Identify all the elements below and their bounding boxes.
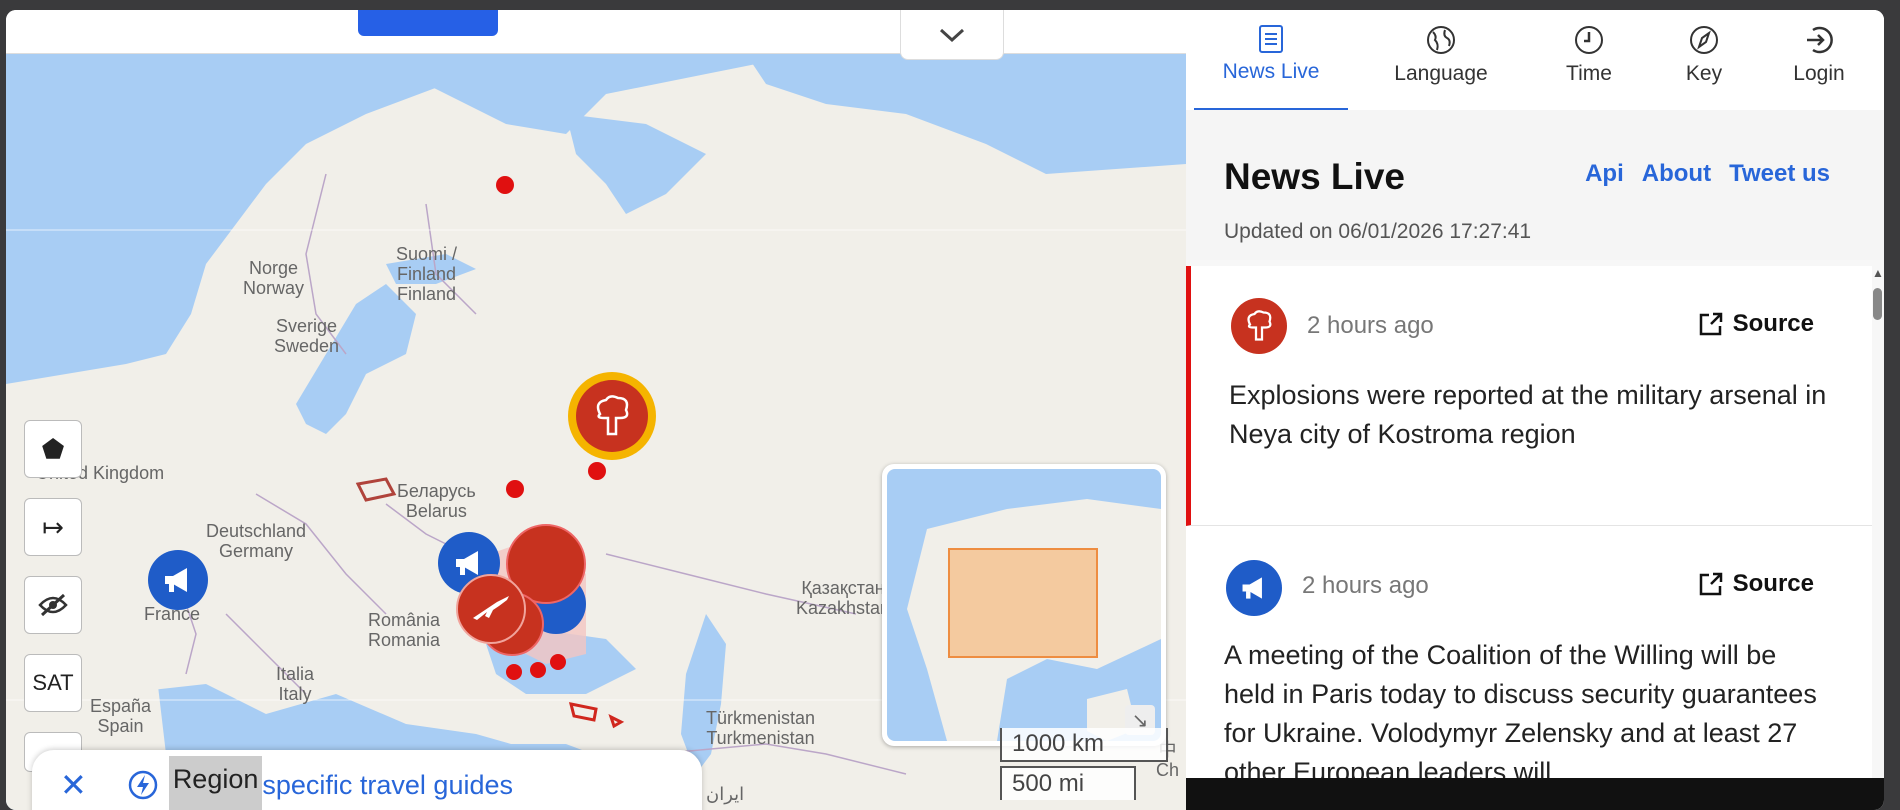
api-link[interactable]: Api xyxy=(1585,160,1624,188)
compass-icon xyxy=(1690,26,1718,54)
feed-scrollbar[interactable]: ▲ xyxy=(1870,266,1884,810)
source-link[interactable]: Source xyxy=(1697,310,1814,338)
close-icon[interactable]: ✕ xyxy=(60,766,87,804)
map-view[interactable]: Norge Norway Suomi / Finland Finland Sverig… xyxy=(6,54,1186,810)
news-panel: News Live Language Time Key Login News L… xyxy=(1186,10,1884,810)
place-label-kazakhstan: Қазақстан Kazakhstan xyxy=(796,578,891,618)
place-label-turkmenistan: Türkmenistan Turkmenistan xyxy=(706,708,816,748)
eye-off-icon xyxy=(38,593,68,617)
travel-guides-banner[interactable]: ✕ Region specific travel guides xyxy=(32,750,702,810)
measure-button[interactable]: ↦ xyxy=(24,498,82,556)
place-label-belarus: Беларусь Belarus xyxy=(397,481,476,521)
clock-icon xyxy=(1575,26,1603,54)
banner-highlight: Region xyxy=(168,755,263,810)
top-primary-button[interactable] xyxy=(358,10,498,36)
bottom-bar xyxy=(1186,778,1884,810)
attack-marker[interactable] xyxy=(456,574,526,644)
tab-login[interactable]: Login xyxy=(1764,10,1874,110)
event-dot[interactable] xyxy=(506,480,524,498)
event-dot[interactable] xyxy=(588,462,606,480)
news-item[interactable]: 2 hours ago Source Explosions were repor… xyxy=(1186,266,1872,526)
event-dot[interactable] xyxy=(550,654,566,670)
draw-polygon-button[interactable]: ⬟ xyxy=(24,420,82,478)
news-text: Explosions were reported at the military… xyxy=(1229,380,1827,449)
satellite-toggle-button[interactable]: SAT xyxy=(24,654,82,712)
sat-label: SAT xyxy=(32,670,74,695)
panel-tabs: News Live Language Time Key Login xyxy=(1186,10,1884,111)
external-link-icon xyxy=(1699,572,1722,596)
news-icon xyxy=(1259,25,1283,53)
minimap-basemap xyxy=(907,499,1161,741)
lightning-icon xyxy=(128,770,158,800)
explosion-icon xyxy=(596,395,629,436)
megaphone-icon xyxy=(456,551,478,575)
place-label-sweden: Sverige Sweden xyxy=(274,316,340,356)
place-label-germany: Deutschland Germany xyxy=(206,521,307,561)
tab-label: News Live xyxy=(1222,60,1320,83)
tab-label: Language xyxy=(1394,62,1488,85)
announcement-marker[interactable] xyxy=(148,550,208,610)
login-icon xyxy=(1807,26,1833,54)
source-label: Source xyxy=(1732,570,1814,597)
collapse-toggle[interactable] xyxy=(900,10,1004,60)
news-time: 2 hours ago xyxy=(1302,572,1429,599)
app-window: Norge Norway Suomi / Finland Finland Sverig… xyxy=(6,10,1884,810)
external-link-icon xyxy=(1699,312,1722,336)
overview-minimap[interactable]: ↘ xyxy=(882,464,1166,746)
tab-language[interactable]: Language xyxy=(1348,10,1534,110)
event-dot[interactable] xyxy=(530,662,546,678)
panel-title: News Live xyxy=(1224,156,1405,197)
tab-time[interactable]: Time xyxy=(1534,10,1644,110)
explosion-icon xyxy=(1231,298,1287,354)
panel-header: News Live Api About Tweet us Updated on … xyxy=(1186,110,1884,260)
megaphone-icon xyxy=(165,568,187,592)
scale-km: 1000 km xyxy=(1000,728,1168,762)
place-label-finland: Suomi / Finland Finland xyxy=(396,244,458,304)
megaphone-icon xyxy=(1226,560,1282,616)
tab-label: Time xyxy=(1566,62,1612,85)
news-item[interactable]: 2 hours ago Source A meeting of the Coal… xyxy=(1186,526,1872,810)
selected-explosion-marker[interactable] xyxy=(568,372,656,460)
globe-icon xyxy=(1427,26,1455,54)
event-dot[interactable] xyxy=(496,176,514,194)
tab-label: Login xyxy=(1793,62,1845,85)
hide-layers-button[interactable] xyxy=(24,576,82,634)
tab-key[interactable]: Key xyxy=(1644,10,1764,110)
event-dot[interactable] xyxy=(506,664,522,680)
tab-news-live[interactable]: News Live xyxy=(1194,10,1348,111)
rifle-icon xyxy=(473,596,509,620)
place-label-norway: Norge Norway xyxy=(243,258,305,298)
place-label-spain: España Spain xyxy=(90,696,152,736)
updated-timestamp: Updated on 06/01/2026 17:27:41 xyxy=(1224,220,1532,243)
map-top-bar xyxy=(6,10,1186,60)
place-label-romania: România Romania xyxy=(368,610,441,650)
place-label-iran: ایران xyxy=(706,784,745,804)
header-links: Api About Tweet us xyxy=(1585,160,1830,188)
arrow-right-bar-icon: ↦ xyxy=(42,511,64,542)
source-link[interactable]: Source xyxy=(1697,570,1814,598)
polygon-icon: ⬟ xyxy=(41,433,65,464)
tweet-us-link[interactable]: Tweet us xyxy=(1729,160,1830,188)
banner-link[interactable]: specific travel guides xyxy=(262,770,513,801)
chevron-down-icon xyxy=(939,28,965,42)
tab-label: Key xyxy=(1685,62,1723,85)
source-label: Source xyxy=(1732,310,1814,337)
news-text: A meeting of the Coalition of the Willin… xyxy=(1224,640,1817,787)
about-link[interactable]: About xyxy=(1642,160,1711,188)
scale-mi: 500 mi xyxy=(1000,766,1136,800)
news-time: 2 hours ago xyxy=(1307,312,1434,339)
place-label-italy: Italia Italy xyxy=(276,664,315,704)
